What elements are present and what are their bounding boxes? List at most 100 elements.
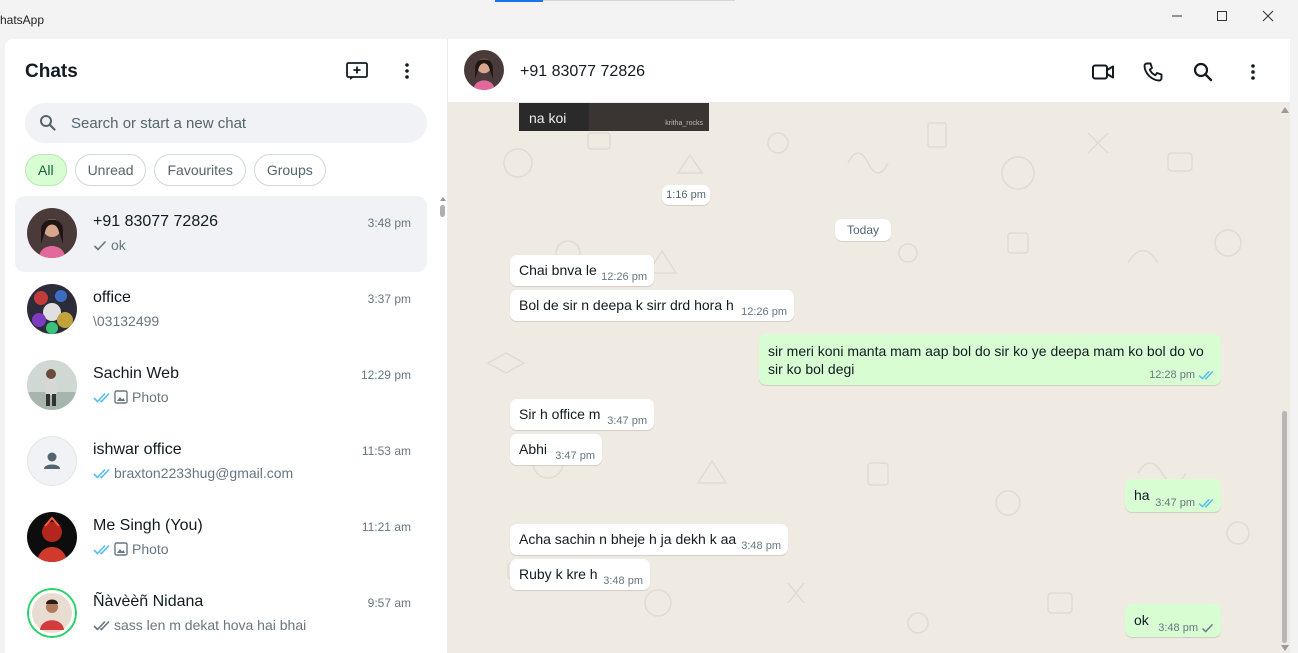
- message-time: 12:28 pm: [1149, 369, 1195, 381]
- contact-avatar[interactable]: [464, 50, 504, 90]
- message-text-line-2: sir ko bol degi: [768, 361, 855, 377]
- chat-preview-text: ok: [111, 237, 126, 253]
- more-vertical-icon: [1251, 64, 1255, 80]
- maximize-icon: [1217, 11, 1227, 21]
- filter-all[interactable]: All: [25, 154, 67, 186]
- photo-icon: [114, 542, 128, 556]
- chat-name: Ñàvèèñ Nidana: [93, 593, 204, 610]
- incoming-message[interactable]: Chai bnva le 12:26 pm: [510, 255, 654, 286]
- scroll-up-arrow-icon[interactable]: [1281, 107, 1289, 113]
- close-button[interactable]: [1245, 0, 1291, 32]
- chat-item[interactable]: office 3:37 pm \03132499: [15, 272, 427, 348]
- incoming-message[interactable]: Acha sachin n bheje h ja dekh k aa 3:48 …: [510, 524, 788, 555]
- chat-item[interactable]: Ñàvèèñ Nidana 9:57 am sass len m dekat h…: [15, 576, 427, 652]
- message-time-label: 1:16 pm: [662, 185, 710, 205]
- chat-list: +91 83077 72826 3:48 pm ok office 3:37 p…: [5, 196, 437, 652]
- avatar: [27, 360, 77, 410]
- more-vertical-icon: [405, 63, 409, 79]
- image-message[interactable]: na koi kritha_rocks: [519, 103, 709, 131]
- message-text: Chai bnva le: [519, 262, 597, 278]
- sidebar-menu-button[interactable]: [390, 54, 424, 88]
- chat-name: office: [93, 289, 131, 306]
- message-text: Bol de sir n deepa k sirr drd hora h: [519, 297, 734, 313]
- message-text: Acha sachin n bheje h ja dekh k aa: [519, 531, 737, 547]
- search-input[interactable]: [71, 113, 411, 133]
- scroll-down-arrow-icon[interactable]: [1281, 645, 1289, 651]
- message-time: 12:26 pm: [741, 306, 787, 318]
- sidebar-title: Chats: [25, 61, 78, 82]
- chat-name: Sachin Web: [93, 365, 179, 382]
- message-text: ha: [1134, 487, 1150, 503]
- avatar: [27, 284, 77, 334]
- incoming-message[interactable]: Ruby k kre h 3:48 pm: [510, 559, 650, 590]
- search-icon: [40, 115, 56, 131]
- message-meta: 3:47 pm: [1155, 497, 1214, 509]
- message-meta: 3:48 pm: [1158, 622, 1214, 634]
- single-tick-icon: [93, 240, 107, 251]
- maximize-button[interactable]: [1199, 0, 1245, 32]
- double-tick-read-icon: [93, 392, 110, 403]
- scroll-up-arrow-icon[interactable]: [439, 195, 447, 203]
- message-scrollbar[interactable]: [1280, 103, 1290, 653]
- chat-time: 3:37 pm: [367, 292, 411, 306]
- chat-item[interactable]: ishwar office 11:53 am braxton2233hug@gm…: [15, 424, 427, 500]
- chat-preview-text: sass len m dekat hova hai bhai: [114, 617, 307, 633]
- chat-preview: Photo: [93, 541, 169, 557]
- sidebar-scrollbar-thumb[interactable]: [440, 205, 445, 217]
- chat-time: 3:48 pm: [367, 216, 411, 230]
- filter-favourites[interactable]: Favourites: [154, 154, 246, 186]
- message-time: 3:48 pm: [603, 575, 643, 587]
- message-text: sir meri koni manta mam aap bol do sir k…: [768, 343, 1204, 359]
- new-chat-button[interactable]: [340, 54, 374, 88]
- minimize-icon: [1172, 15, 1182, 17]
- avatar: [27, 436, 77, 486]
- image-watermark-text: kritha_rocks: [665, 120, 703, 127]
- message-text: ok: [1134, 612, 1149, 628]
- conversation-pane: +91 83077 72826 na koi kritha_rocks 1:16…: [448, 39, 1290, 653]
- minimize-button[interactable]: [1154, 0, 1200, 32]
- chat-preview-text: \03132499: [93, 313, 160, 329]
- conversation-header: +91 83077 72826: [448, 39, 1290, 103]
- video-call-button[interactable]: [1086, 55, 1120, 89]
- message-text: Abhi: [519, 441, 548, 457]
- filter-unread[interactable]: Unread: [74, 154, 147, 186]
- message-time: 3:47 pm: [607, 415, 647, 427]
- message-time: 3:47 pm: [1155, 497, 1195, 509]
- outgoing-message[interactable]: ok 3:48 pm: [1125, 604, 1221, 637]
- message-time: 3:47 pm: [555, 450, 595, 462]
- message-text: Sir h office m: [519, 406, 601, 422]
- filter-groups[interactable]: Groups: [253, 154, 326, 186]
- phone-icon: [1143, 62, 1163, 82]
- taskbar-accent: [495, 0, 543, 2]
- avatar: [27, 512, 77, 562]
- chat-time: 12:29 pm: [360, 368, 411, 382]
- scrollbar-thumb[interactable]: [1282, 411, 1287, 643]
- chat-name: ishwar office: [93, 441, 182, 458]
- chat-preview-text: Photo: [132, 541, 169, 557]
- incoming-message[interactable]: Sir h office m 3:47 pm: [510, 399, 654, 430]
- video-call-icon: [1092, 64, 1114, 80]
- chat-item[interactable]: Sachin Web 12:29 pm Photo: [15, 348, 427, 424]
- contact-name[interactable]: +91 83077 72826: [520, 63, 645, 81]
- incoming-message[interactable]: Bol de sir n deepa k sirr drd hora h 12:…: [510, 290, 794, 321]
- outgoing-message[interactable]: sir meri koni manta mam aap bol do sir k…: [759, 334, 1221, 385]
- chat-time: 11:53 am: [361, 444, 411, 458]
- default-user-icon: [27, 436, 77, 486]
- double-tick-read-icon: [93, 544, 110, 555]
- incoming-message[interactable]: Abhi 3:47 pm: [510, 434, 602, 465]
- chat-item[interactable]: Me Singh (You) 11:21 am Photo: [15, 500, 427, 576]
- chat-item[interactable]: +91 83077 72826 3:48 pm ok: [15, 196, 427, 272]
- conversation-menu-button[interactable]: [1236, 55, 1270, 89]
- date-divider: Today: [835, 219, 891, 241]
- chat-preview: sass len m dekat hova hai bhai: [93, 617, 306, 633]
- title-divider: [543, 0, 735, 1]
- message-time: 3:48 pm: [741, 540, 781, 552]
- search-icon: [1193, 62, 1213, 82]
- outgoing-message[interactable]: ha 3:47 pm: [1125, 479, 1221, 512]
- voice-call-button[interactable]: [1136, 55, 1170, 89]
- chat-preview: \03132499: [93, 313, 159, 329]
- filter-chips: All Unread Favourites Groups: [25, 154, 326, 186]
- search-messages-button[interactable]: [1186, 55, 1220, 89]
- single-tick-icon: [1201, 623, 1214, 633]
- avatar: [27, 588, 77, 638]
